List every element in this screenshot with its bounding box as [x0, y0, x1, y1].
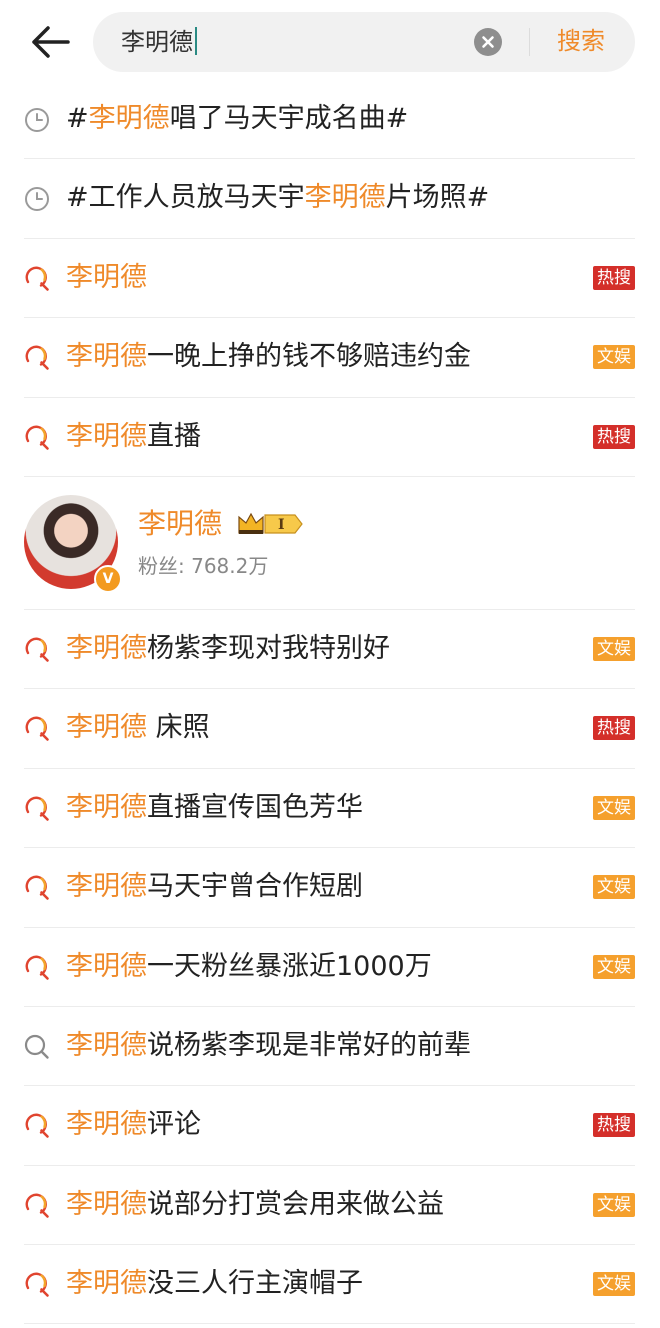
suggestion-text: 李明德没三人行主演帽子: [66, 1268, 363, 1300]
divider: [529, 28, 530, 56]
keyword-highlight: 李明德: [66, 1268, 147, 1300]
keyword-highlight: 李明德: [66, 632, 147, 664]
entertainment-badge: 文娱: [593, 345, 635, 370]
suggestion-item[interactable]: 李明德杨紫李现对我特别好 文娱: [24, 610, 635, 690]
entertainment-badge: 文娱: [593, 1192, 635, 1217]
search-input[interactable]: 李明德: [121, 27, 197, 57]
suggestion-item[interactable]: 李明德一晚上挣的钱不够赔违约金 文娱: [24, 318, 635, 398]
hot-badge: 热搜: [593, 265, 635, 290]
suggestion-item[interactable]: 李明德马天宇曾合作短剧 文娱: [24, 848, 635, 928]
suggestion-text: 李明德直播: [66, 420, 201, 452]
user-name[interactable]: 李明德: [138, 507, 222, 541]
keyword-highlight: 李明德: [66, 1109, 147, 1141]
suggestion-item[interactable]: 李明德说杨紫李现是非常好的前辈: [24, 1007, 635, 1087]
keyword-highlight: 李明德: [66, 1029, 147, 1061]
hot-search-icon: [25, 425, 49, 450]
hot-search-icon: [25, 796, 49, 821]
hot-search-icon: [25, 1113, 49, 1139]
keyword-highlight: 李明德: [66, 261, 147, 293]
hot-search-icon: [25, 266, 49, 291]
history-item[interactable]: #李明德唱了马天宇成名曲#: [24, 80, 635, 160]
suggestion-item[interactable]: 李明德 热搜: [24, 239, 635, 319]
search-button[interactable]: 搜索: [557, 26, 605, 56]
hot-search-icon: [25, 1272, 49, 1297]
hot-search-icon: [25, 345, 49, 370]
entertainment-badge: 文娱: [593, 875, 635, 900]
entertainment-badge: 文娱: [593, 795, 635, 820]
hot-search-icon: [25, 955, 49, 980]
hot-search-icon: [25, 716, 49, 742]
history-item[interactable]: #工作人员放马天宇李明德片场照#: [24, 159, 635, 239]
keyword-highlight: 李明德: [66, 871, 147, 903]
suggestion-item[interactable]: 李明德 床照 热搜: [24, 689, 635, 769]
entertainment-badge: 文娱: [593, 636, 635, 661]
history-clock-icon: [25, 187, 49, 212]
user-card[interactable]: V 李明德 I 粉丝: 768.2万: [24, 477, 635, 610]
hot-badge: 热搜: [593, 1113, 635, 1138]
suggestion-item[interactable]: 李明德没三人行主演帽子 文娱: [24, 1245, 635, 1325]
suggestion-text: 李明德一晚上挣的钱不够赔违约金: [66, 341, 471, 373]
crown-level-icon: I: [238, 512, 303, 534]
back-arrow-icon[interactable]: [28, 20, 76, 64]
keyword-highlight: 李明德: [66, 420, 147, 452]
suggestion-item[interactable]: 李明德直播 热搜: [24, 398, 635, 477]
search-icon: [24, 1034, 49, 1059]
suggestion-text: 李明德评论: [66, 1109, 201, 1141]
hot-search-icon: [25, 637, 49, 662]
verified-badge-icon: V: [94, 564, 122, 593]
entertainment-badge: 文娱: [593, 954, 635, 979]
suggestion-item[interactable]: 李明德直播宣传国色芳华 文娱: [24, 769, 635, 849]
level-text: I: [278, 517, 285, 533]
keyword-highlight: 李明德: [304, 182, 386, 214]
suggestion-text: 李明德: [66, 261, 147, 295]
suggestion-text: 李明德一天粉丝暴涨近1000万: [66, 950, 432, 982]
suggestion-item[interactable]: 李明德一天粉丝暴涨近1000万 文娱: [24, 928, 635, 1007]
fans-count: 粉丝: 768.2万: [138, 553, 269, 578]
suggestion-text: 李明德说部分打赏会用来做公益: [66, 1188, 444, 1220]
suggestion-text: 李明德直播宣传国色芳华: [66, 791, 363, 823]
suggestion-text: #李明德唱了马天宇成名曲#: [66, 103, 409, 134]
suggestion-text: 李明德说杨紫李现是非常好的前辈: [66, 1029, 471, 1061]
suggestion-list: #李明德唱了马天宇成名曲# #工作人员放马天宇李明德片场照# 李明德 热搜 李明德一晚…: [0, 80, 660, 1325]
suggestion-item[interactable]: 李明德说部分打赏会用来做公益 文娱: [24, 1166, 635, 1246]
history-clock-icon: [25, 108, 49, 132]
keyword-highlight: 李明德: [88, 103, 170, 134]
search-box[interactable]: 李明德 搜索: [93, 12, 635, 72]
hot-badge: 热搜: [593, 716, 635, 741]
suggestion-text: 李明德 床照: [66, 712, 210, 744]
text-caret: [195, 27, 197, 55]
hot-search-icon: [25, 875, 49, 900]
keyword-highlight: 李明德: [66, 341, 147, 373]
suggestion-item[interactable]: 李明德评论 热搜: [24, 1086, 635, 1166]
keyword-highlight: 李明德: [66, 712, 147, 744]
suggestion-text: #工作人员放马天宇李明德片场照#: [66, 182, 490, 214]
keyword-highlight: 李明德: [66, 950, 147, 982]
suggestion-text: 李明德杨紫李现对我特别好: [66, 632, 390, 664]
keyword-highlight: 李明德: [66, 791, 147, 823]
keyword-highlight: 李明德: [66, 1188, 147, 1220]
hot-search-icon: [25, 1193, 49, 1218]
hot-badge: 热搜: [593, 424, 635, 449]
top-bar: 李明德 搜索: [0, 0, 660, 84]
clear-icon[interactable]: [474, 28, 502, 56]
entertainment-badge: 文娱: [593, 1272, 635, 1297]
suggestion-text: 李明德马天宇曾合作短剧: [66, 871, 363, 903]
